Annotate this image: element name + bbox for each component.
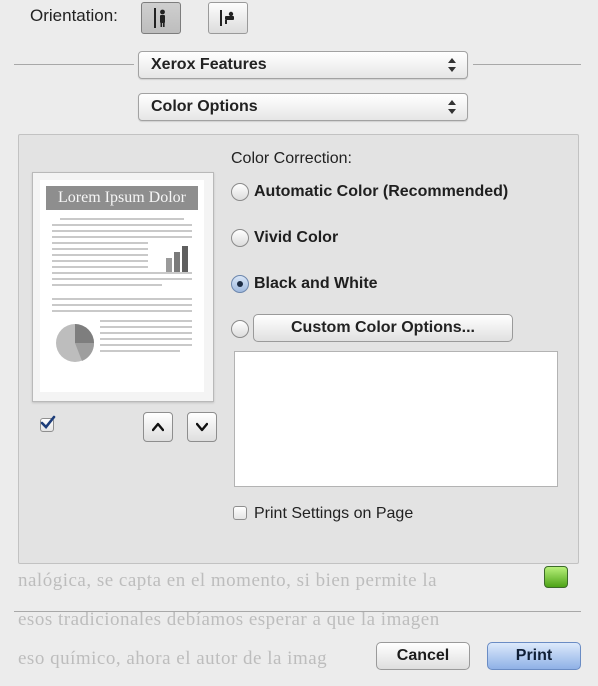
preview-page: Lorem Ipsum Dolor: [40, 180, 204, 392]
popup-arrows-icon: [448, 58, 456, 72]
chevron-down-icon: [196, 422, 208, 432]
preview-bar-graphic: [166, 246, 188, 272]
preview-text-line: [100, 320, 192, 322]
orientation-label: Orientation:: [30, 6, 118, 25]
radio-automatic-color[interactable]: [231, 183, 249, 201]
preview-title: Lorem Ipsum Dolor: [46, 186, 198, 210]
cancel-button[interactable]: Cancel: [376, 642, 470, 670]
radio-black-and-white-label[interactable]: Black and White: [254, 275, 378, 293]
preview-text-line: [100, 332, 192, 334]
print-settings-label[interactable]: Print Settings on Page: [254, 505, 413, 523]
preview-text-line: [52, 298, 192, 300]
radio-black-and-white[interactable]: [231, 275, 249, 293]
subsection-popup-value: Color Options: [151, 98, 258, 115]
preview-text-line: [52, 304, 192, 306]
background-text-line: nalógica, se capta en el momento, si bie…: [18, 570, 438, 591]
print-button[interactable]: Print: [487, 642, 581, 670]
preview-text-line: [100, 344, 192, 346]
radio-selected-dot: [237, 281, 243, 287]
divider: [14, 64, 134, 65]
chevron-up-icon: [152, 422, 164, 432]
section-popup-value: Xerox Features: [151, 56, 267, 73]
divider: [14, 611, 581, 612]
preview-text-line: [52, 254, 148, 256]
preview-checkbox[interactable]: [40, 415, 56, 432]
portrait-orientation-button[interactable]: [141, 2, 181, 34]
page-preview: Lorem Ipsum Dolor: [32, 172, 214, 402]
section-popup[interactable]: Xerox Features: [138, 51, 468, 79]
preview-text-line: [52, 230, 192, 232]
preview-text-line: [52, 278, 192, 280]
radio-vivid-color-label[interactable]: Vivid Color: [254, 229, 338, 247]
preview-next-button[interactable]: [187, 412, 217, 442]
custom-color-list[interactable]: [234, 351, 558, 487]
preview-text-line: [52, 284, 162, 286]
checkmark-icon: [40, 415, 56, 429]
preview-pie-graphic: [56, 324, 95, 362]
portrait-orientation-icon: [154, 8, 165, 28]
preview-text-line: [52, 260, 148, 262]
preview-text-line: [100, 326, 192, 328]
preview-text-line: [60, 218, 184, 220]
custom-color-options-button[interactable]: Custom Color Options...: [253, 314, 513, 342]
preview-text-line: [52, 310, 192, 312]
color-correction-label: Color Correction:: [231, 150, 352, 167]
radio-vivid-color[interactable]: [231, 229, 249, 247]
print-settings-checkbox[interactable]: [233, 506, 247, 520]
preview-text-line: [52, 272, 192, 274]
preview-text-line: [52, 224, 192, 226]
preview-text-line: [52, 266, 148, 268]
landscape-orientation-icon: [220, 10, 234, 26]
preview-text-line: [100, 350, 180, 352]
radio-automatic-color-label[interactable]: Automatic Color (Recommended): [254, 183, 508, 201]
preview-previous-button[interactable]: [143, 412, 173, 442]
popup-arrows-icon: [448, 100, 456, 114]
divider: [473, 64, 581, 65]
preview-text-line: [52, 248, 148, 250]
background-text-line: eso químico, ahora el autor de la imag: [18, 648, 328, 669]
subsection-popup[interactable]: Color Options: [138, 93, 468, 121]
landscape-orientation-button[interactable]: [208, 2, 248, 34]
preview-text-line: [100, 338, 192, 340]
preview-text-line: [52, 242, 148, 244]
preview-text-line: [52, 236, 192, 238]
xerox-status-icon[interactable]: [544, 566, 568, 588]
background-text-line: esos tradicionales debíamos esperar a qu…: [18, 609, 440, 630]
radio-custom-color[interactable]: [231, 320, 249, 338]
